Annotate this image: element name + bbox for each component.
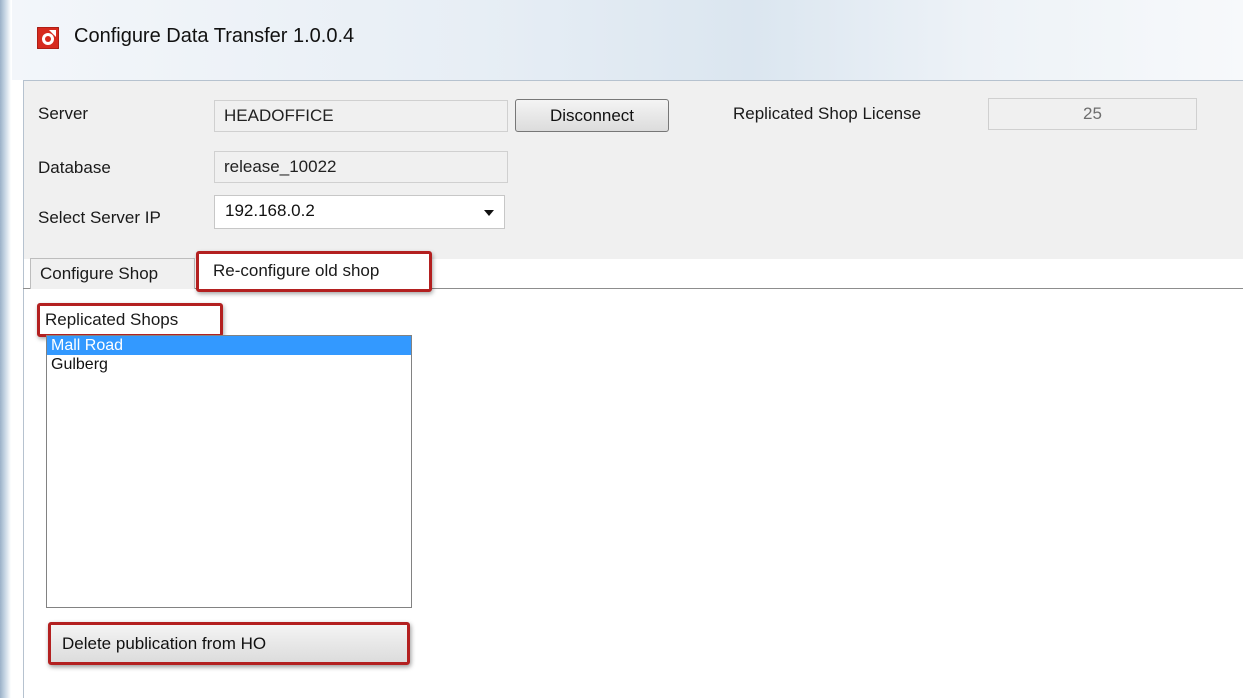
window-frame-top [23,80,1243,81]
window-title: Configure Data Transfer 1.0.0.4 [74,25,355,47]
tab-reconfigure-old-shop[interactable]: Re-configure old shop [196,251,432,292]
server-ip-label: Select Server IP [38,208,161,227]
delete-publication-button[interactable]: Delete publication from HO [48,622,410,665]
database-label: Database [38,158,111,177]
chevron-down-icon[interactable] [484,210,494,216]
server-field: HEADOFFICE [214,100,508,132]
app-icon [36,26,60,50]
tab-reconfigure-old-shop-label: Re-configure old shop [213,261,380,280]
title-bar[interactable]: Configure Data Transfer 1.0.0.4 [12,0,1243,80]
list-item[interactable]: Gulberg [47,355,411,374]
license-field: 25 [988,98,1197,130]
replicated-shops-label: Replicated Shops [37,303,223,337]
database-field: release_10022 [214,151,508,183]
server-ip-value: 192.168.0.2 [225,201,315,220]
server-label: Server [38,104,89,123]
license-label: Replicated Shop License [733,104,922,123]
disconnect-button[interactable]: Disconnect [515,99,669,132]
window-left-edge [0,0,12,698]
server-ip-dropdown[interactable]: 192.168.0.2 [214,195,505,229]
replicated-shops-list[interactable]: Mall Road Gulberg [46,335,412,608]
tab-configure-shop[interactable]: Configure Shop [30,258,195,289]
list-item[interactable]: Mall Road [47,336,411,355]
tab-configure-shop-label: Configure Shop [40,264,159,283]
